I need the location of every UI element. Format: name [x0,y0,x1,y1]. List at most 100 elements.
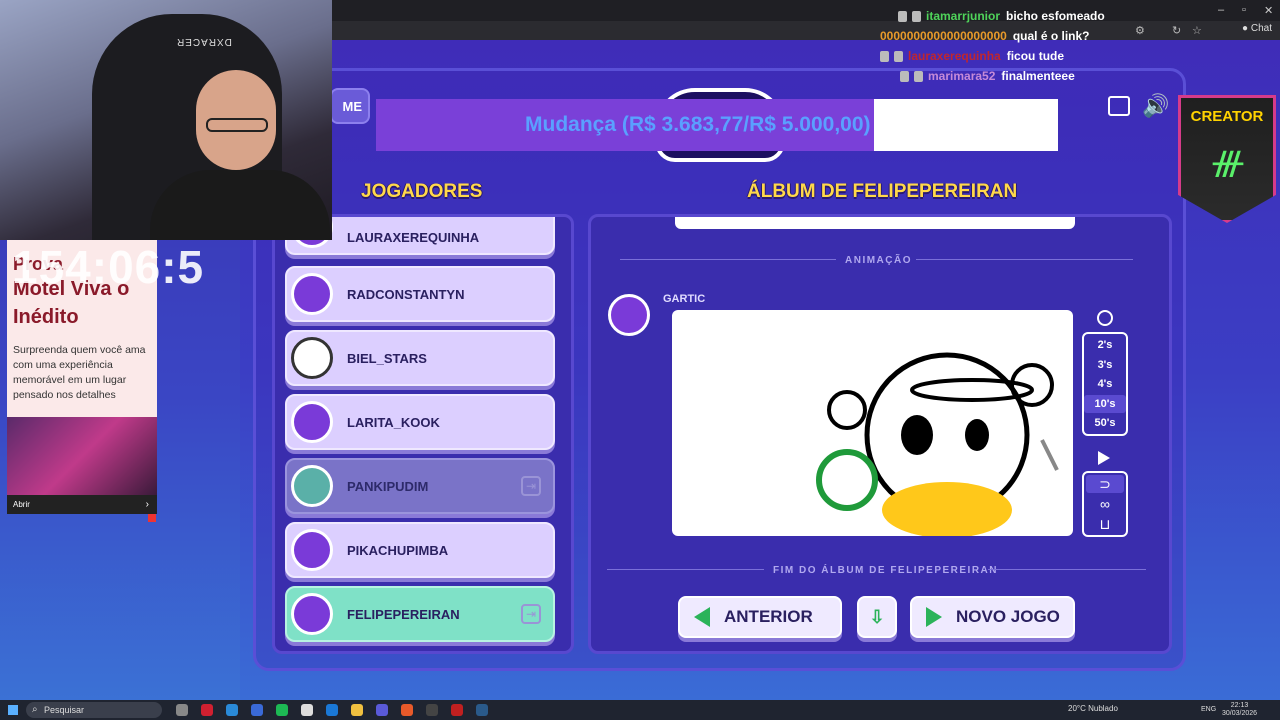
fullscreen-icon[interactable] [1108,96,1130,116]
stream-timer: 154:06:5 [12,241,205,293]
streamer-shirt [150,170,330,240]
speed-option[interactable]: 3's [1084,356,1126,374]
new-game-button[interactable]: NOVO JOGO [910,596,1075,638]
explorer-icon[interactable] [351,704,363,716]
taskbar: ⌕ Pesquisar 20°C Nublado ENG 22:13 30/03… [0,700,1280,720]
badge-icon [914,71,923,83]
ad-open-label: Abrir [13,500,30,509]
webcam-overlay: DXRACER [0,0,332,240]
ad-open-button[interactable]: Abrir › [7,495,157,514]
badge-icon [912,11,921,23]
player-name: FELIPEPEREIRAN [347,607,460,622]
chat-text: bicho esfomeado [1006,9,1105,23]
previous-button[interactable]: ANTERIOR [678,596,842,638]
opera-icon[interactable] [201,704,213,716]
clock[interactable]: 22:13 30/03/2026 [1222,702,1257,718]
previous-button-label: ANTERIOR [724,607,813,626]
download-button[interactable]: ⇩ [857,596,897,638]
minimize-icon[interactable]: – [1218,4,1224,16]
clock-time: 22:13 [1230,702,1249,709]
player-name: PIKACHUPIMBA [347,543,449,558]
taskbar-search-label: Pesquisar [44,705,85,715]
album-title: ÁLBUM DE FELIPEPEREIRAN [747,181,1018,202]
player-avatar [291,273,333,315]
drawer-name: GARTIC [663,293,706,305]
drawing-svg [816,352,1059,538]
player-avatar [291,529,333,571]
badge-icon [894,51,903,63]
player-row[interactable]: PIKACHUPIMBA [285,522,555,578]
chat-message: 0000000000000000000 qual é o link? [880,29,1090,43]
loop-infinite-icon[interactable]: ∞ [1086,495,1124,513]
player-row[interactable]: RADCONSTANTYN [285,266,555,322]
sound-icon[interactable]: 🔊 [1142,93,1169,119]
spotify-icon[interactable] [276,704,288,716]
task-view-icon[interactable] [176,704,188,716]
glasses [206,118,268,132]
chat-button[interactable]: ● Chat [1242,23,1272,34]
players-panel: LAURAXEREQUINHA RADCONSTANTYN BIEL_STARS… [272,214,574,654]
chat-username: 0000000000000000000 [880,29,1007,43]
drawer-avatar [608,294,650,336]
windows-start-icon[interactable] [8,705,18,715]
divider [620,259,836,260]
app-icon[interactable] [301,704,313,716]
speed-option[interactable]: 4's [1084,375,1126,393]
badge-icon [880,51,889,63]
maximize-icon[interactable]: ▫ [1242,4,1246,16]
arrow-left-icon [694,607,710,627]
player-row[interactable]: LARITA_KOOK [285,394,555,450]
extension-icon[interactable]: ⚙ [1135,24,1145,37]
player-avatar [291,593,333,635]
chair-brand: DXRACER [176,36,232,47]
obs-icon[interactable] [376,704,388,716]
mail-icon[interactable] [326,704,338,716]
edge-icon[interactable] [226,704,238,716]
animation-label: ANIMAÇÃO [845,255,912,266]
chat-text: ficou tude [1006,49,1065,63]
speed-option[interactable]: 50's [1084,414,1126,432]
loop-bounce-icon[interactable]: ⊔ [1086,515,1124,533]
exit-icon: ⇥ [521,604,541,624]
chat-message: marimara52 finalmenteee [900,69,1075,83]
player-name: PANKIPUDIM [347,479,429,494]
chat-message: lauraxerequinha ficou tude [880,49,1064,63]
previous-drawing [675,217,1075,229]
loop-once-icon[interactable]: ⊃ [1086,475,1124,493]
taskbar-search[interactable]: ⌕ Pesquisar [26,702,162,718]
player-row[interactable]: PANKIPUDIM ⇥ [285,458,555,514]
chevron-right-icon: › [145,499,149,510]
chat-username: marimara52 [928,69,996,83]
player-avatar [291,465,333,507]
app-icon[interactable] [251,704,263,716]
donation-goal-text: Mudança (R$ 3.683,77/R$ 5.000,00) [525,113,871,136]
home-button[interactable]: ME [330,88,370,124]
chat-button-label: Chat [1250,23,1272,34]
player-row[interactable]: BIEL_STARS [285,330,555,386]
clock-date: 30/03/2026 [1222,710,1258,717]
new-game-button-label: NOVO JOGO [956,607,1060,626]
ad-choices-icon[interactable] [148,514,156,522]
divider [607,569,764,570]
steam-icon[interactable] [476,704,488,716]
app-icon[interactable] [451,704,463,716]
app-icon[interactable] [426,704,438,716]
language-indicator[interactable]: ENG [1201,706,1216,713]
chat-message: itamarrjunior bicho esfomeado [898,9,1105,23]
speed-option[interactable]: 2's [1084,336,1126,354]
refresh-icon[interactable]: ↻ [1172,24,1181,37]
player-row[interactable]: FELIPEPEREIRAN ⇥ [285,586,555,642]
play-arrow-icon [926,607,942,627]
game-logo-icon: ᚍ [1212,144,1243,180]
bookmark-icon[interactable]: ☆ [1192,24,1202,37]
search-icon: ⌕ [32,704,38,715]
firefox-icon[interactable] [401,704,413,716]
ad-image [7,417,157,495]
weather-widget[interactable]: 20°C Nublado [1068,704,1118,713]
close-icon[interactable]: ✕ [1264,4,1273,17]
play-icon[interactable] [1098,451,1110,465]
speed-option-selected[interactable]: 10's [1084,395,1126,413]
chat-username: lauraxerequinha [908,49,1001,63]
exit-icon: ⇥ [521,476,541,496]
album-end-label: FIM DO ÁLBUM DE FELIPEPEREIRAN [773,565,999,576]
